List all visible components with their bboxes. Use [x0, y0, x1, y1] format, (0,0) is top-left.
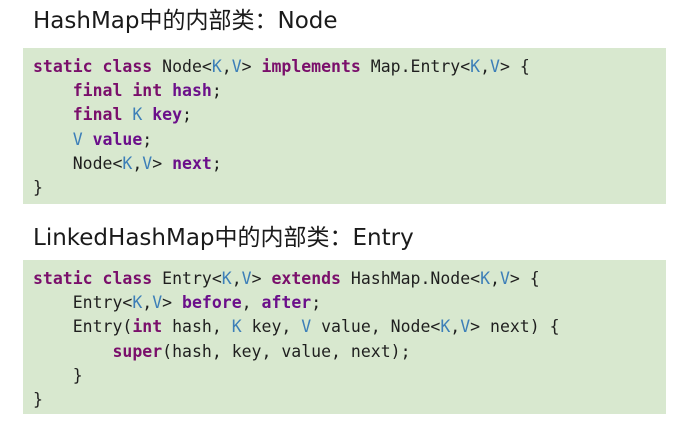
code-line: }	[33, 364, 666, 388]
code-type-param: K	[211, 57, 222, 76]
code-line: V value;	[33, 128, 666, 152]
code-text: >	[241, 57, 262, 76]
code-keyword: implements	[261, 57, 361, 76]
code-text: >	[162, 293, 183, 313]
code-block-linkedhashmap-entry: static class Entry<K,V> extends HashMap.…	[23, 260, 666, 414]
code-text: ;	[311, 293, 322, 313]
code-text: hash,	[162, 317, 232, 337]
code-line: Entry(int hash, K key, V value, Node<K,V…	[33, 315, 666, 339]
code-text: ,	[221, 57, 232, 76]
code-line: static class Entry<K,V> extends HashMap.…	[33, 267, 666, 291]
code-line: final int hash;	[33, 79, 666, 103]
code-line: Node<K,V> next;	[33, 152, 666, 176]
code-field: before	[182, 293, 242, 313]
code-type-param: V	[460, 317, 471, 337]
code-keyword: final	[72, 81, 123, 101]
code-field: hash	[172, 81, 212, 101]
code-text: ,	[480, 57, 491, 76]
code-text: HashMap.Node<	[341, 269, 481, 288]
code-text: Map.Entry<	[360, 57, 471, 76]
code-text: Node<	[33, 153, 123, 173]
code-type-param: V	[499, 269, 510, 288]
section-heading-entry: LinkedHashMap中的内部类：Entry	[33, 225, 414, 251]
code-keyword: extends	[271, 269, 341, 288]
code-text: ;	[182, 105, 192, 125]
code-text: Entry<	[152, 269, 222, 288]
code-type-param: V	[301, 317, 312, 337]
code-type-param: V	[490, 57, 500, 76]
code-type-param: K	[132, 105, 143, 125]
code-text: ,	[241, 293, 262, 313]
code-line: super(hash, key, value, next);	[33, 340, 666, 364]
code-text: > {	[499, 57, 530, 76]
code-field: value	[92, 129, 143, 149]
code-type-param: K	[480, 269, 491, 288]
section-heading-node: HashMap中的内部类：Node	[33, 8, 338, 34]
code-field: after	[261, 293, 312, 313]
code-text: >	[251, 269, 272, 288]
code-text: ,	[490, 269, 500, 288]
code-text: Entry(	[33, 317, 133, 337]
code-text: Node<	[152, 57, 212, 76]
code-text: ;	[142, 129, 153, 149]
code-type-param: K	[231, 317, 242, 337]
code-type-param: K	[470, 57, 481, 76]
code-text: (hash, key, value, next);	[162, 341, 411, 361]
code-text: }	[33, 177, 43, 197]
code-text: ;	[211, 81, 222, 101]
code-text: > next) {	[470, 317, 560, 337]
code-text: key,	[241, 317, 302, 337]
code-keyword: int	[132, 317, 163, 337]
code-type-param: V	[241, 269, 252, 288]
code-line: }	[33, 176, 666, 200]
code-text: value, Node<	[311, 317, 441, 337]
code-text: }	[33, 389, 43, 409]
code-text: ;	[211, 153, 222, 173]
code-keyword: final	[72, 105, 123, 125]
code-type-param: V	[142, 153, 153, 173]
code-text: ,	[142, 293, 153, 313]
code-text: Entry<	[33, 293, 133, 313]
code-text: >	[152, 153, 173, 173]
code-line: Entry<K,V> before, after;	[33, 291, 666, 315]
code-keyword: super	[112, 341, 163, 361]
code-type-param: V	[152, 293, 163, 313]
code-text: ,	[132, 153, 143, 173]
code-text: > {	[509, 269, 540, 288]
code-type-param: K	[440, 317, 451, 337]
code-keyword: int	[132, 81, 163, 101]
code-text: }	[33, 365, 83, 385]
code-keyword: class	[102, 57, 153, 76]
code-field: key	[152, 105, 183, 125]
code-keyword: static	[33, 57, 93, 76]
code-line: final K key;	[33, 103, 666, 127]
code-type-param: V	[231, 57, 242, 76]
code-keyword: class	[102, 269, 153, 288]
code-field: next	[172, 153, 212, 173]
code-text: ,	[231, 269, 242, 288]
code-line: static class Node<K,V> implements Map.En…	[33, 55, 666, 79]
code-block-hashmap-node: static class Node<K,V> implements Map.En…	[23, 48, 666, 204]
code-type-param: K	[132, 293, 143, 313]
code-keyword: static	[33, 269, 93, 288]
code-line: }	[33, 388, 666, 412]
code-type-param: V	[72, 129, 83, 149]
code-text: ,	[450, 317, 461, 337]
code-type-param: K	[221, 269, 232, 288]
code-type-param: K	[122, 153, 133, 173]
